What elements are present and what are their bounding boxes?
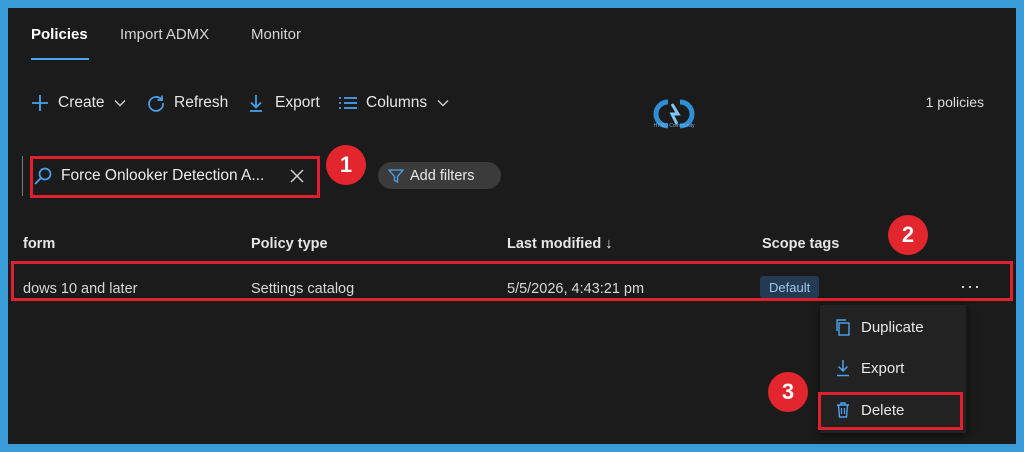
columns-icon xyxy=(339,97,357,109)
cell-last-modified: 5/5/2026, 4:43:21 pm xyxy=(507,281,645,297)
column-header-last-modified[interactable]: Last modified ↓ xyxy=(507,236,613,252)
tab-import-admx[interactable]: Import ADMX xyxy=(120,26,209,43)
cell-policy-type: Settings catalog xyxy=(251,281,355,297)
menu-item-label: Duplicate xyxy=(861,318,924,336)
add-filters-label: Add filters xyxy=(410,167,475,184)
more-options-button[interactable]: ··· xyxy=(960,276,981,297)
policy-count: 1 policies xyxy=(925,94,984,110)
columns-button[interactable]: Columns xyxy=(338,92,450,114)
search-highlight-box xyxy=(30,156,320,198)
column-header-platform[interactable]: form xyxy=(23,236,55,252)
scope-tag-badge: Default xyxy=(760,276,820,298)
tab-policies[interactable]: Policies xyxy=(31,26,88,43)
active-tab-indicator xyxy=(31,58,89,60)
export-label: Export xyxy=(275,94,320,111)
export-button[interactable]: Export xyxy=(247,92,320,114)
refresh-button[interactable]: Refresh xyxy=(146,92,228,114)
chevron-down-icon xyxy=(114,100,126,107)
refresh-label: Refresh xyxy=(174,94,229,111)
menu-item-label: Export xyxy=(861,359,905,377)
download-icon xyxy=(837,360,849,377)
filter-icon xyxy=(388,168,404,183)
column-header-scope-tags[interactable]: Scope tags xyxy=(762,236,839,252)
plus-icon xyxy=(32,95,48,111)
duplicate-icon xyxy=(836,319,850,336)
callout-badge-2: 2 xyxy=(888,215,928,255)
delete-highlight-box xyxy=(818,392,963,430)
add-filters-button[interactable]: Add filters xyxy=(378,162,501,189)
menu-item-duplicate[interactable]: Duplicate xyxy=(834,315,924,339)
column-header-policy-type[interactable]: Policy type xyxy=(251,236,328,252)
create-label: Create xyxy=(58,94,105,111)
refresh-icon xyxy=(148,95,164,112)
download-icon xyxy=(250,95,262,112)
menu-item-export[interactable]: Export xyxy=(834,356,904,380)
callout-badge-1: 1 xyxy=(326,145,366,185)
create-button[interactable]: Create xyxy=(30,92,127,114)
logo-caption: HTMD Community xyxy=(653,123,695,129)
tab-monitor[interactable]: Monitor xyxy=(251,26,301,43)
main-panel: Policies Import ADMX Monitor Create Refr… xyxy=(8,8,1016,444)
chevron-down-icon xyxy=(437,100,449,107)
callout-badge-3: 3 xyxy=(768,372,808,412)
tab-bar: Policies Import ADMX Monitor xyxy=(8,8,1016,68)
columns-label: Columns xyxy=(366,94,428,111)
cell-platform[interactable]: dows 10 and later xyxy=(23,281,137,297)
